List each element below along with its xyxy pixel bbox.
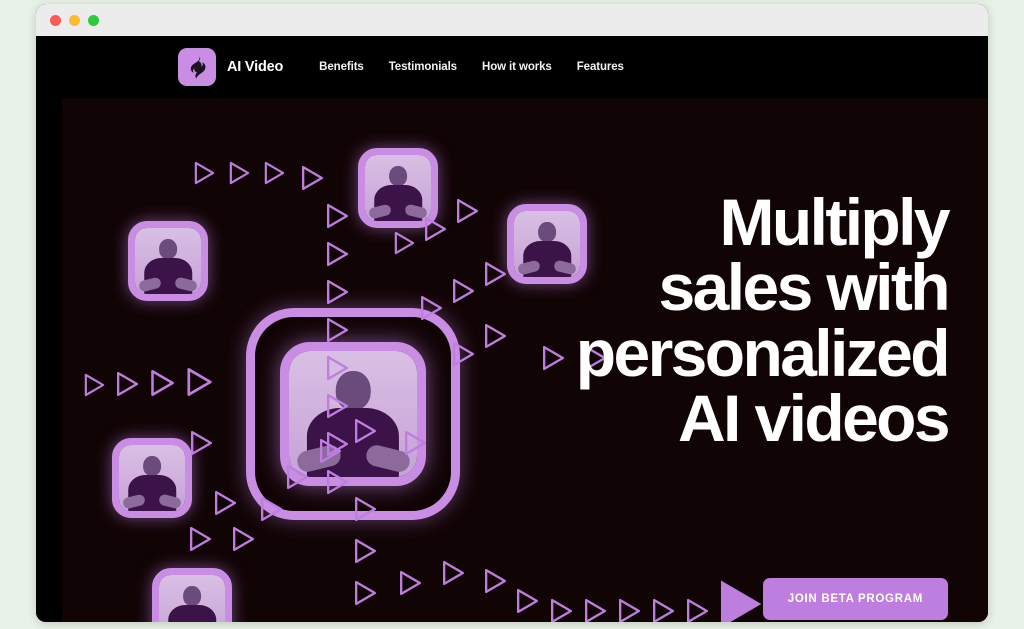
play-triangle-icon: [352, 496, 378, 522]
person-portrait: [365, 155, 431, 221]
card-frame: [152, 568, 232, 622]
play-triangle-icon: [227, 161, 251, 185]
play-triangle-icon: [684, 598, 710, 622]
main-navigation: AI Video Benefits Testimonials How it wo…: [36, 36, 988, 98]
close-window-button[interactable]: [50, 14, 61, 26]
play-triangle-icon: [192, 161, 216, 185]
play-triangle-icon: [402, 430, 428, 456]
nav-link-how-it-works[interactable]: How it works: [482, 61, 552, 73]
hero-copy: Multiply sales with personalized AI vide…: [428, 185, 951, 455]
play-triangle-icon: [184, 367, 214, 397]
website-viewport: AI Video Benefits Testimonials How it wo…: [36, 36, 988, 622]
video-card-lower-left[interactable]: [112, 438, 192, 518]
person-portrait: [135, 228, 201, 294]
play-triangle-icon: [258, 496, 284, 522]
person-portrait: [119, 445, 185, 511]
play-triangle-icon: [548, 598, 574, 622]
cta-container: JOIN BETA PROGRAM: [762, 578, 948, 620]
play-triangle-icon: [392, 231, 416, 255]
play-triangle-icon: [188, 430, 214, 456]
play-triangle-icon: [582, 598, 608, 622]
person-portrait: [289, 351, 417, 477]
brand-logo[interactable]: AI Video: [178, 48, 283, 86]
headline-line-2: sales with: [658, 250, 951, 325]
play-triangle-icon: [212, 490, 238, 516]
nav-link-benefits[interactable]: Benefits: [319, 61, 364, 73]
minimize-window-button[interactable]: [69, 14, 80, 26]
play-triangle-icon: [148, 369, 176, 397]
video-card-left[interactable]: [128, 221, 208, 301]
play-triangle-icon: [352, 580, 378, 606]
play-triangle-icon: [352, 538, 378, 564]
play-triangle-icon: [514, 588, 540, 614]
play-triangle-icon: [114, 371, 140, 397]
nav-link-testimonials[interactable]: Testimonials: [389, 61, 457, 73]
headline-line-4: AI videos: [677, 380, 951, 455]
play-triangle-icon: [82, 373, 106, 397]
browser-window: AI Video Benefits Testimonials How it wo…: [36, 4, 988, 622]
play-triangle-icon: [397, 570, 423, 596]
play-triangle-icon: [440, 560, 466, 586]
video-card-bottom[interactable]: [152, 568, 232, 622]
window-titlebar: [36, 4, 988, 36]
play-triangle-icon: [299, 165, 325, 191]
maximize-window-button[interactable]: [88, 14, 99, 26]
card-frame: [128, 221, 208, 301]
card-frame: [112, 438, 192, 518]
join-beta-program-button[interactable]: JOIN BETA PROGRAM: [762, 578, 948, 620]
headline-line-1: Multiply: [719, 185, 950, 259]
play-triangle-icon: [482, 568, 508, 594]
nav-link-features[interactable]: Features: [577, 61, 624, 73]
play-triangle-icon: [324, 317, 350, 343]
play-triangle-icon: [324, 355, 350, 381]
brand-name: AI Video: [227, 59, 284, 75]
play-triangle-icon: [317, 438, 343, 464]
play-triangle-icon: [324, 469, 350, 495]
play-triangle-icon: [324, 241, 350, 267]
play-triangle-icon: [262, 161, 286, 185]
play-triangle-icon: [230, 526, 256, 552]
play-triangle-icon: [187, 526, 213, 552]
headline-line-3: personalized: [575, 315, 951, 390]
page-title: Multiply sales with personalized AI vide…: [428, 185, 951, 455]
nav-links: Benefits Testimonials How it works Featu…: [319, 61, 624, 73]
person-portrait: [159, 575, 225, 622]
play-triangle-icon: [324, 279, 350, 305]
play-triangle-icon: [324, 203, 350, 229]
play-triangle-icon: [650, 598, 676, 622]
play-triangle-icon: [324, 393, 350, 419]
flame-logo-icon: [178, 48, 216, 86]
play-arrow-solid: [712, 576, 768, 622]
play-triangle-icon: [352, 418, 378, 444]
play-triangle-icon: [284, 464, 310, 490]
hero-section: Multiply sales with personalized AI vide…: [62, 98, 988, 622]
play-triangle-icon: [616, 598, 642, 622]
